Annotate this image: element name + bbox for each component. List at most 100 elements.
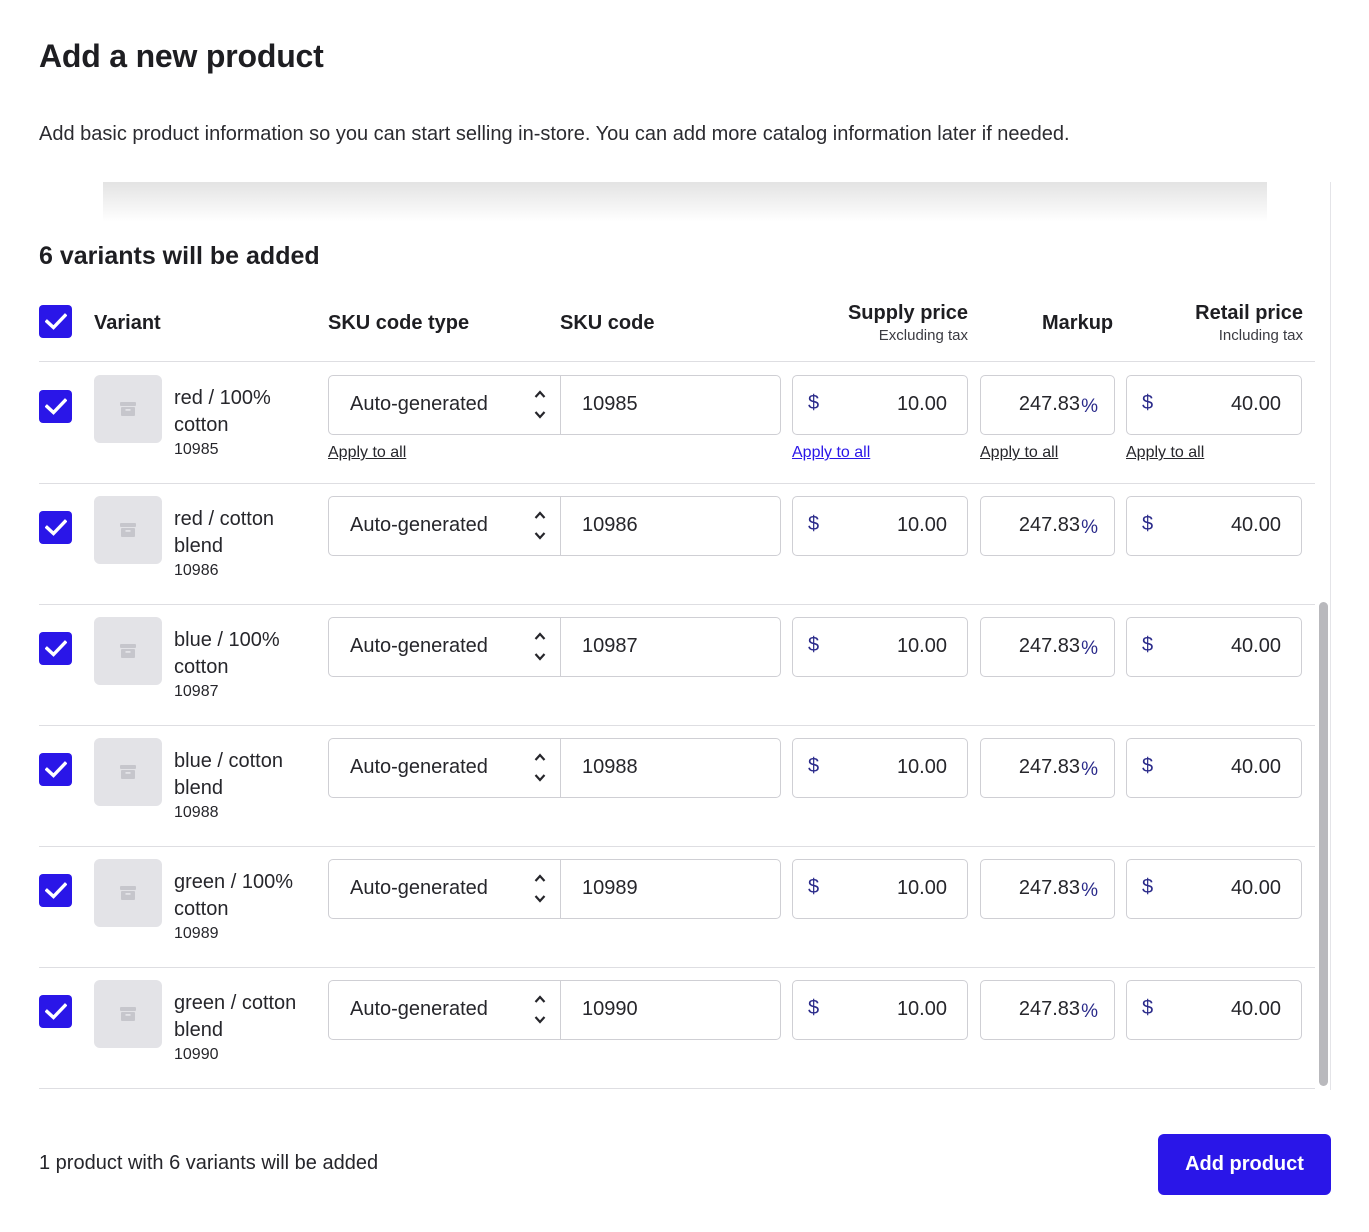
table-row-1: red / 100% cotton 10985 Auto-generated 1… — [39, 363, 1315, 484]
percent-symbol: % — [1081, 638, 1098, 660]
currency-symbol: $ — [1142, 634, 1153, 657]
supply-price-input[interactable]: $ 10.00 — [792, 980, 968, 1040]
retail-price-input[interactable]: $ 40.00 — [1126, 617, 1302, 677]
variant-checkbox[interactable] — [39, 632, 72, 665]
column-header-sku-type: SKU code type — [328, 312, 469, 335]
add-product-button[interactable]: Add product — [1158, 1134, 1331, 1195]
check-icon — [45, 761, 67, 778]
retail-price-value: 40.00 — [1231, 635, 1281, 658]
retail-price-input[interactable]: $ 40.00 — [1126, 496, 1302, 556]
apply-to-all-supply-price-link[interactable]: Apply to all — [792, 444, 870, 462]
scrollbar[interactable] — [1319, 602, 1328, 1086]
retail-price-input[interactable]: $ 40.00 — [1126, 375, 1302, 435]
markup-input[interactable]: 247.83 % — [980, 859, 1115, 919]
check-icon — [45, 640, 67, 657]
markup-input[interactable]: 247.83 % — [980, 980, 1115, 1040]
select-arrows-icon — [534, 751, 546, 785]
currency-symbol: $ — [1142, 997, 1153, 1020]
check-icon — [45, 313, 67, 330]
variant-image-placeholder[interactable] — [94, 617, 162, 685]
sku-code-input[interactable]: 10986 — [561, 496, 781, 556]
apply-to-all-sku-type-link[interactable]: Apply to all — [328, 444, 406, 462]
variant-checkbox[interactable] — [39, 390, 72, 423]
select-arrows-icon — [534, 630, 546, 664]
variant-checkbox[interactable] — [39, 753, 72, 786]
retail-price-input[interactable]: $ 40.00 — [1126, 980, 1302, 1040]
supply-price-input[interactable]: $ 10.00 — [792, 859, 968, 919]
percent-symbol: % — [1081, 1001, 1098, 1023]
sku-code-input[interactable]: 10985 — [561, 375, 781, 435]
variant-image-placeholder[interactable] — [94, 859, 162, 927]
sku-code-input[interactable]: 10988 — [561, 738, 781, 798]
sku-type-select[interactable]: Auto-generated — [328, 375, 561, 435]
variant-image-placeholder[interactable] — [94, 496, 162, 564]
select-arrows-icon — [534, 509, 546, 543]
table-row-2: red / cotton blend 10986 Auto-generated … — [39, 484, 1315, 605]
column-header-variant: Variant — [94, 312, 161, 335]
select-arrows-icon — [534, 388, 546, 422]
panel-top-shadow — [103, 182, 1267, 222]
variant-image-placeholder[interactable] — [94, 980, 162, 1048]
apply-to-all-markup-link[interactable]: Apply to all — [980, 444, 1058, 462]
table-row-6: green / cotton blend 10990 Auto-generate… — [39, 968, 1315, 1089]
variant-name: green / 100% cotton — [174, 869, 304, 923]
markup-input[interactable]: 247.83 % — [980, 496, 1115, 556]
supply-price-input[interactable]: $ 10.00 — [792, 375, 968, 435]
currency-symbol: $ — [808, 392, 819, 415]
supply-price-sublabel: Excluding tax — [848, 327, 968, 344]
sku-type-select[interactable]: Auto-generated — [328, 859, 561, 919]
apply-to-all-retail-price-link[interactable]: Apply to all — [1126, 444, 1204, 462]
supply-price-input[interactable]: $ 10.00 — [792, 496, 968, 556]
supply-price-input[interactable]: $ 10.00 — [792, 617, 968, 677]
select-all-checkbox[interactable] — [39, 305, 72, 338]
variant-checkbox[interactable] — [39, 995, 72, 1028]
check-icon — [45, 1003, 67, 1020]
markup-input[interactable]: 247.83 % — [980, 375, 1115, 435]
page-description: Add basic product information so you can… — [39, 123, 1070, 146]
table-row-4: blue / cotton blend 10988 Auto-generated… — [39, 726, 1315, 847]
column-header-supply-price: Supply price Excluding tax — [848, 302, 968, 344]
sku-type-value: Auto-generated — [350, 393, 488, 416]
currency-symbol: $ — [1142, 513, 1153, 536]
supply-price-value: 10.00 — [897, 998, 947, 1021]
retail-price-input[interactable]: $ 40.00 — [1126, 859, 1302, 919]
sku-type-select[interactable]: Auto-generated — [328, 980, 561, 1040]
variant-name: red / cotton blend — [174, 506, 304, 560]
check-icon — [45, 398, 67, 415]
variant-sku: 10990 — [174, 1046, 219, 1064]
sku-type-value: Auto-generated — [350, 514, 488, 537]
currency-symbol: $ — [808, 634, 819, 657]
supply-price-input[interactable]: $ 10.00 — [792, 738, 968, 798]
sku-code-input[interactable]: 10987 — [561, 617, 781, 677]
markup-input[interactable]: 247.83 % — [980, 738, 1115, 798]
currency-symbol: $ — [808, 755, 819, 778]
markup-input[interactable]: 247.83 % — [980, 617, 1115, 677]
markup-value: 247.83 — [1019, 877, 1080, 900]
variant-name: green / cotton blend — [174, 990, 304, 1044]
markup-value: 247.83 — [1019, 998, 1080, 1021]
retail-price-value: 40.00 — [1231, 877, 1281, 900]
column-header-retail-price: Retail price Including tax — [1195, 302, 1303, 344]
table-row-3: blue / 100% cotton 10987 Auto-generated … — [39, 605, 1315, 726]
table-header: Variant SKU code type SKU code Supply pr… — [39, 286, 1315, 362]
image-placeholder-icon — [120, 523, 136, 537]
markup-value: 247.83 — [1019, 514, 1080, 537]
variant-image-placeholder[interactable] — [94, 738, 162, 806]
retail-price-input[interactable]: $ 40.00 — [1126, 738, 1302, 798]
sku-type-select[interactable]: Auto-generated — [328, 617, 561, 677]
retail-price-label: Retail price — [1195, 302, 1303, 324]
variant-checkbox[interactable] — [39, 874, 72, 907]
variants-heading: 6 variants will be added — [39, 242, 320, 271]
variants-panel: 6 variants will be added Variant SKU cod… — [39, 182, 1331, 1090]
currency-symbol: $ — [1142, 755, 1153, 778]
sku-code-input[interactable]: 10990 — [561, 980, 781, 1040]
sku-type-select[interactable]: Auto-generated — [328, 496, 561, 556]
panel-border — [1330, 182, 1331, 1090]
image-placeholder-icon — [120, 765, 136, 779]
supply-price-value: 10.00 — [897, 756, 947, 779]
select-arrows-icon — [534, 872, 546, 906]
sku-type-select[interactable]: Auto-generated — [328, 738, 561, 798]
sku-code-input[interactable]: 10989 — [561, 859, 781, 919]
variant-image-placeholder[interactable] — [94, 375, 162, 443]
variant-checkbox[interactable] — [39, 511, 72, 544]
